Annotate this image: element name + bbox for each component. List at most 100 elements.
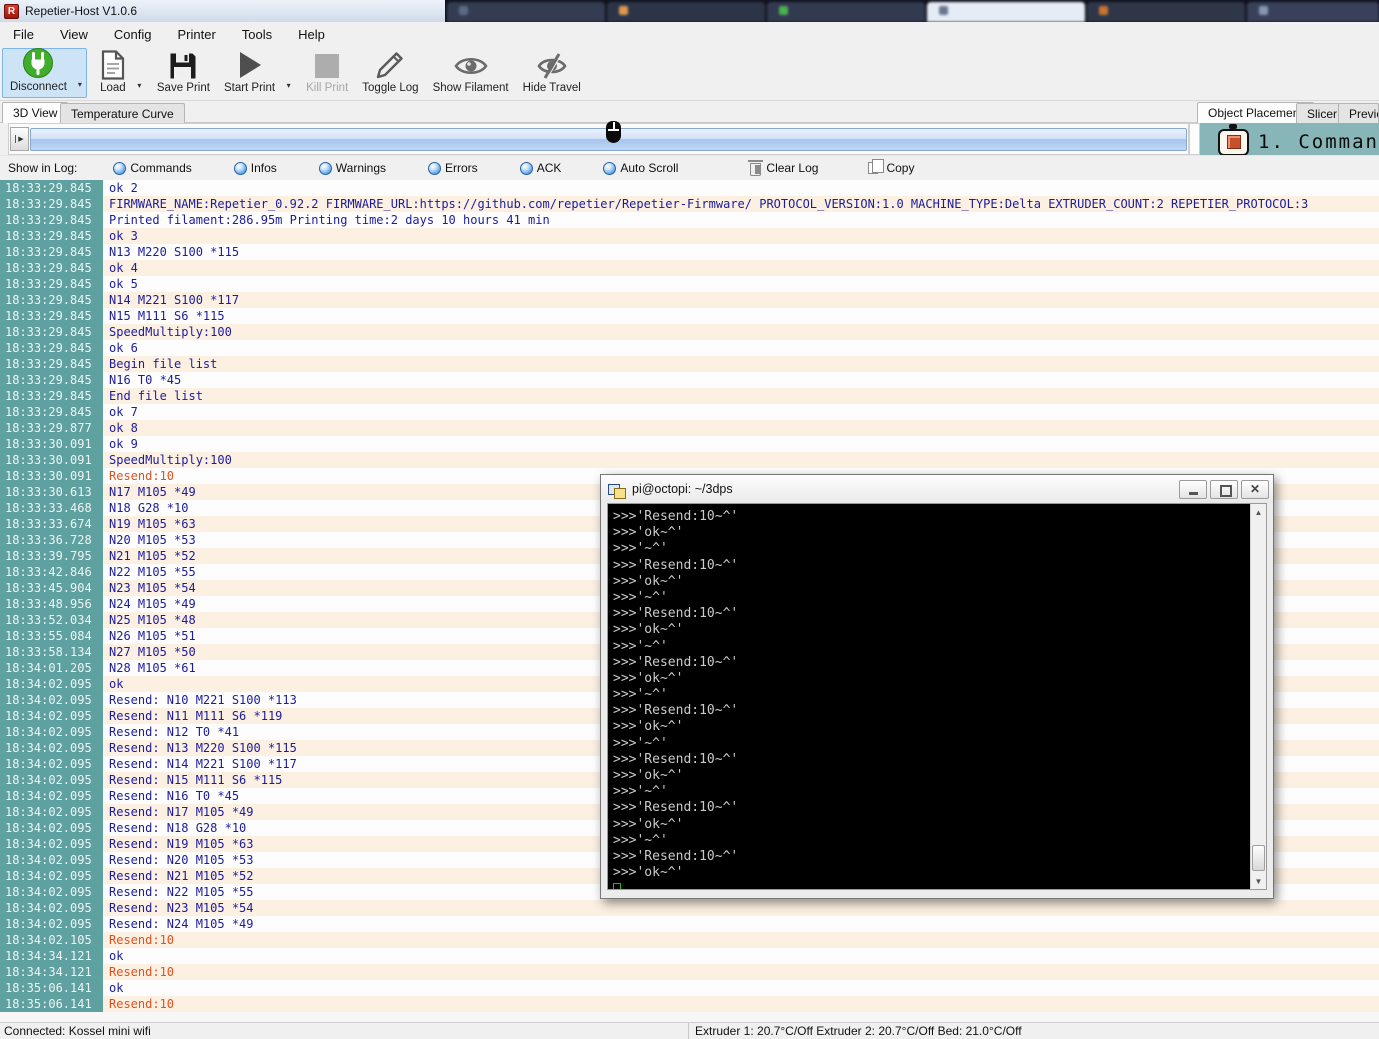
terminal-line: >>>'Resend:10~^' <box>613 654 739 670</box>
terminal-line: >>>'ok~^' <box>613 573 684 589</box>
eye-slash-icon <box>535 51 569 80</box>
toggle-circle-icon <box>233 161 247 175</box>
toggle-auto-scroll[interactable]: Auto Scroll <box>593 161 688 175</box>
log-timestamp: 18:33:48.956 <box>0 596 103 612</box>
log-filter-toolbar: Show in Log: Commands Infos Warnings Err… <box>0 155 1379 180</box>
disconnect-button[interactable]: Disconnect <box>3 48 74 97</box>
minimize-button[interactable] <box>1179 479 1207 499</box>
eye-icon <box>454 51 488 80</box>
log-timestamp: 18:33:29.877 <box>0 420 103 436</box>
start-print-dropdown-arrow-icon[interactable]: ▾ <box>282 48 295 98</box>
menu-printer[interactable]: Printer <box>164 23 228 46</box>
log-message: N14 M221 S100 *117 <box>109 293 240 307</box>
start-print-button[interactable]: Start Print <box>217 48 282 98</box>
toggle-warnings[interactable]: Warnings <box>309 161 396 175</box>
mouse-cursor-icon <box>606 121 622 145</box>
log-message: Resend: N22 M105 *55 <box>109 885 254 899</box>
log-row: 18:34:34.121 ok <box>0 948 1379 964</box>
log-row: 18:33:29.845 ok 5 <box>0 276 1379 292</box>
connection-status: Connected: Kossel mini wifi <box>4 1024 151 1038</box>
toggle-errors[interactable]: Errors <box>418 161 488 175</box>
toggle-log-button[interactable]: Toggle Log <box>355 48 425 98</box>
log-row: 18:33:29.845 SpeedMultiply:100 <box>0 324 1379 340</box>
start-print-label: Start Print <box>223 82 276 94</box>
window-title: Repetier-Host V1.0.6 <box>25 4 138 18</box>
top-strip: R Repetier-Host V1.0.6 <box>0 0 1379 22</box>
log-timestamp: 18:33:30.091 <box>0 452 103 468</box>
play-icon <box>236 50 264 80</box>
title-bar[interactable]: R Repetier-Host V1.0.6 <box>0 0 445 22</box>
toggle-commands[interactable]: Commands <box>103 161 201 175</box>
close-button[interactable] <box>1241 479 1269 499</box>
log-row: 18:34:02.095 Resend: N23 M105 *54 <box>0 900 1379 916</box>
terminal-line: >>>'~^' <box>613 832 668 848</box>
kill-print-button: Kill Print <box>299 48 355 98</box>
log-message: ok 2 <box>109 181 138 195</box>
tab-temperature-curve[interactable]: Temperature Curve <box>60 103 185 123</box>
log-message: ok <box>109 949 124 963</box>
log-row: 18:33:29.845 Begin file list <box>0 356 1379 372</box>
log-timestamp: 18:34:02.095 <box>0 852 103 868</box>
show-filament-button[interactable]: Show Filament <box>426 48 516 98</box>
tab-preview[interactable]: Preview <box>1338 103 1379 123</box>
scrollbar-thumb[interactable] <box>1252 845 1265 871</box>
log-row: 18:34:02.105 Resend:10 <box>0 932 1379 948</box>
log-timestamp: 18:34:02.095 <box>0 756 103 772</box>
terminal-line: >>>'Resend:10~^' <box>613 557 739 573</box>
hide-travel-button[interactable]: Hide Travel <box>516 48 588 98</box>
log-timestamp: 18:33:36.728 <box>0 532 103 548</box>
menu-file[interactable]: File <box>0 23 47 46</box>
scroll-down-arrow-icon[interactable]: ▼ <box>1251 877 1266 886</box>
collapse-panel-button[interactable]: ▶ <box>10 127 29 151</box>
background-tab-favicon <box>459 6 468 15</box>
log-timestamp: 18:34:02.095 <box>0 708 103 724</box>
maximize-button[interactable] <box>1210 479 1238 499</box>
command-step-icon <box>1218 124 1249 155</box>
terminal-line: >>>'ok~^' <box>613 768 684 783</box>
copy-icon <box>868 159 885 174</box>
toggle-circle-icon <box>113 161 127 175</box>
terminal-screen[interactable]: >>>'Resend:10~^' >>>'ok~^' >>>'~^' >>>'Rese… <box>608 504 1250 889</box>
load-button[interactable]: Load <box>93 48 133 98</box>
log-message: Begin file list <box>109 357 218 371</box>
log-message: N17 M105 *49 <box>109 485 196 499</box>
putty-terminal-window[interactable]: pi@octopi: ~/3dps >>>'Resend:10~^'>>>'ok… <box>600 474 1274 899</box>
terminal-line: >>>'~^' <box>613 589 668 605</box>
log-row: 18:33:29.845 ok 2 <box>0 180 1379 196</box>
terminal-scrollbar[interactable]: ▲ ▼ <box>1250 504 1266 889</box>
log-message: N23 M105 *54 <box>109 581 196 595</box>
scroll-up-arrow-icon[interactable]: ▲ <box>1251 508 1266 517</box>
menu-tools[interactable]: Tools <box>229 23 285 46</box>
menu-help[interactable]: Help <box>285 23 338 46</box>
log-row: 18:33:29.845 ok 4 <box>0 260 1379 276</box>
log-timestamp: 18:33:29.845 <box>0 292 103 308</box>
log-timestamp: 18:34:02.095 <box>0 836 103 852</box>
menu-config[interactable]: Config <box>101 23 165 46</box>
log-timestamp: 18:34:02.095 <box>0 916 103 932</box>
log-message: N19 M105 *63 <box>109 517 196 531</box>
copy-button[interactable]: Copy <box>858 159 924 175</box>
load-dropdown-arrow-icon[interactable]: ▾ <box>133 48 146 98</box>
background-tab-favicon <box>939 6 948 15</box>
log-message: FIRMWARE_NAME:Repetier_0.92.2 FIRMWARE_U… <box>109 197 1309 211</box>
terminal-title-bar[interactable]: pi@octopi: ~/3dps <box>601 475 1273 503</box>
log-timestamp: 18:33:45.904 <box>0 580 103 596</box>
toggle-ack[interactable]: ACK <box>510 161 572 175</box>
show-in-log-label: Show in Log: <box>8 161 78 175</box>
save-print-button[interactable]: Save Print <box>150 48 217 98</box>
log-message: Resend: N15 M111 S6 *115 <box>109 773 283 787</box>
load-label: Load <box>100 82 126 94</box>
log-row: 18:33:29.845 Printed filament:286.95m Pri… <box>0 212 1379 228</box>
log-timestamp: 18:35:06.141 <box>0 996 103 1012</box>
log-timestamp: 18:33:29.845 <box>0 308 103 324</box>
log-message: ok 4 <box>109 261 138 275</box>
log-timestamp: 18:33:42.846 <box>0 564 103 580</box>
clear-log-button[interactable]: Clear Log <box>740 159 828 176</box>
toggle-infos[interactable]: Infos <box>224 161 287 175</box>
log-message: ok 8 <box>109 421 138 435</box>
disconnect-dropdown-arrow-icon[interactable]: ▾ <box>74 49 86 97</box>
menu-view[interactable]: View <box>47 23 101 46</box>
tab-3d-view[interactable]: 3D View <box>2 102 69 123</box>
clear-log-label: Clear Log <box>766 161 819 175</box>
log-timestamp: 18:33:29.845 <box>0 340 103 356</box>
